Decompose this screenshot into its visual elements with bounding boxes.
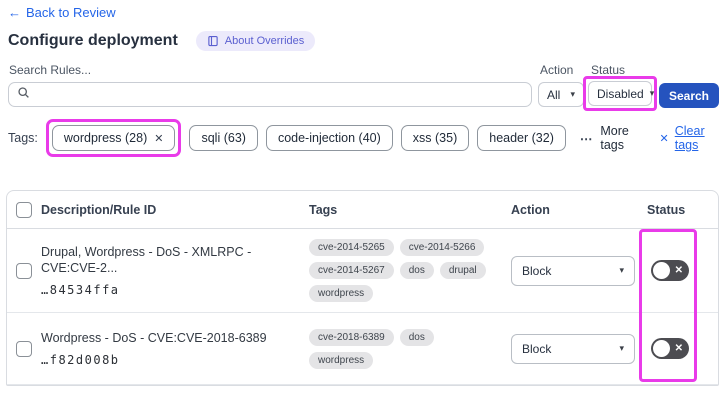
action-select-value: Block [522,263,552,278]
action-dropdown[interactable]: All ▾ [538,82,584,107]
page-header: Configure deployment About Overrides [8,31,316,51]
page-title: Configure deployment [8,32,178,49]
rule-tag: drupal [439,262,486,279]
select-all-checkbox[interactable] [16,201,32,218]
action-label: Action [540,63,574,77]
search-rules-field [8,82,532,107]
book-icon [207,35,219,47]
action-dropdown-value: All [547,87,561,102]
toggle-knob [653,340,670,357]
rule-description: Wordpress - DoS - CVE:CVE-2018-6389 [41,330,267,345]
tag-filter-header[interactable]: header (32) [477,125,566,151]
status-dropdown-value: Disabled [597,86,644,101]
rule-tag: wordpress [309,285,374,302]
column-header-description: Description/Rule ID [41,202,157,217]
rule-tags: cve-2018-6389 dos wordpress [309,328,511,369]
back-to-review-link[interactable]: ← Back to Review [8,5,116,20]
chevron-down-icon: ▾ [619,343,624,353]
status-label: Status [591,63,626,77]
rule-tag: cve-2014-5266 [399,239,485,256]
action-select[interactable]: Block ▾ [511,255,635,286]
back-link-label: Back to Review [26,5,116,20]
chevron-down-icon: ▾ [619,265,624,275]
close-icon: ✕ [659,132,669,145]
rule-tag: dos [399,262,434,279]
rule-id: …84534ffa [41,283,120,298]
row-checkbox[interactable] [16,262,32,279]
table-row: Wordpress - DoS - CVE:CVE-2018-6389 …f82… [7,313,718,385]
column-header-tags: Tags [309,202,338,217]
rule-id: …f82d008b [41,353,120,368]
tag-filter-wordpress[interactable]: wordpress (28) ✕ [51,125,176,151]
remove-tag-icon[interactable]: ✕ [154,132,163,145]
rule-tag: cve-2014-5265 [309,239,394,256]
about-overrides-label: About Overrides [224,35,305,47]
action-select-value: Block [522,341,552,356]
rule-tag: dos [399,328,434,346]
rule-tags: cve-2014-5265 cve-2014-5266 cve-2014-526… [309,239,511,302]
action-select[interactable]: Block ▾ [511,333,635,364]
search-rules-input[interactable] [36,83,531,106]
wordpress-tag-highlight-box: wordpress (28) ✕ [45,119,182,157]
status-toggle[interactable]: ✕ [651,338,689,359]
clear-tags-label: Clear tags [674,124,705,152]
chevron-down-icon: ▾ [570,89,575,99]
ellipsis-icon: ⋯ [579,131,594,146]
more-tags-button[interactable]: ⋯ More tags [580,124,642,152]
search-button[interactable]: Search [659,83,719,108]
search-rules-label: Search Rules... [9,63,92,77]
rule-tag: cve-2018-6389 [309,328,394,346]
clear-tags-button[interactable]: ✕ Clear tags [660,124,718,152]
tags-label: Tags: [8,131,38,145]
more-tags-label: More tags [600,124,629,152]
status-dropdown[interactable]: Disabled ▾ [588,81,655,106]
tag-filter-xss[interactable]: xss (35) [400,125,470,151]
tag-filter-label: wordpress (28) [63,131,148,145]
column-header-action: Action [511,202,550,217]
column-header-status: Status [647,202,686,217]
chevron-down-icon: ▾ [649,88,655,98]
search-icon [17,86,36,104]
row-checkbox[interactable] [16,340,32,357]
status-dropdown-highlight-box: Disabled ▾ [583,76,657,111]
rule-tag: wordpress [309,351,374,369]
toggle-off-icon: ✕ [674,264,683,276]
back-arrow-icon: ← [8,5,21,20]
tag-filter-sqli[interactable]: sqli (63) [189,125,258,151]
toggle-knob [653,262,670,279]
tag-filter-code-injection[interactable]: code-injection (40) [265,125,393,151]
rule-description: Drupal, Wordpress - DoS - XMLRPC - CVE:C… [41,244,252,275]
tags-filter-bar: Tags: wordpress (28) ✕ sqli (63) code-in… [8,119,718,157]
about-overrides-link[interactable]: About Overrides [195,31,316,51]
rules-table: Description/Rule ID Tags Action Status D… [6,190,719,386]
toggle-off-icon: ✕ [674,342,683,354]
table-header-row: Description/Rule ID Tags Action Status [7,191,718,229]
table-row: Drupal, Wordpress - DoS - XMLRPC - CVE:C… [7,229,718,313]
configure-deployment-page: ← Back to Review Configure deployment Ab… [0,0,725,406]
rule-tag: cve-2014-5267 [309,262,394,279]
status-toggle[interactable]: ✕ [651,260,689,281]
